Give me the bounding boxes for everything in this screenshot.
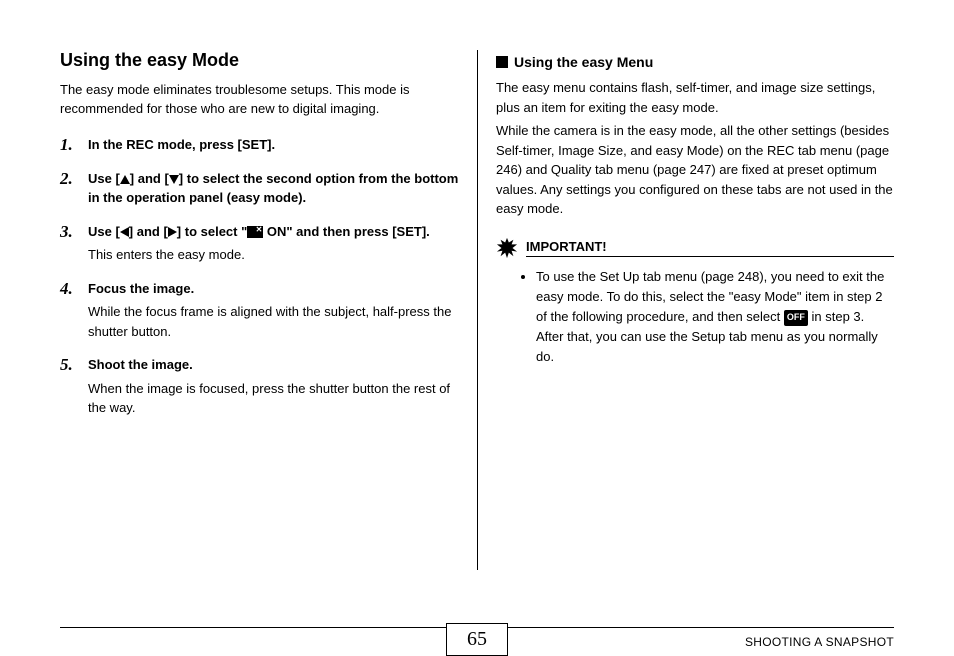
- steps-list: 1.In the REC mode, press [SET].2.Use [] …: [60, 135, 459, 418]
- step-body: Use [] and [] to select the second optio…: [88, 169, 459, 208]
- down-arrow-icon: [169, 175, 179, 184]
- easy-mode-icon: [247, 226, 263, 238]
- step-head: Focus the image.: [88, 279, 459, 299]
- step-sub: While the focus frame is aligned with th…: [88, 302, 459, 341]
- page-heading: Using the easy Mode: [60, 50, 459, 71]
- step-item: 2.Use [] and [] to select the second opt…: [60, 169, 459, 208]
- important-list: To use the Set Up tab menu (page 248), y…: [496, 267, 894, 368]
- step-body: Use [] and [] to select " ON" and then p…: [88, 222, 459, 265]
- step-head: Shoot the image.: [88, 355, 459, 375]
- up-arrow-icon: [120, 175, 130, 184]
- important-label: IMPORTANT!: [526, 239, 894, 257]
- step-item: 5.Shoot the image. When the image is focu…: [60, 355, 459, 418]
- off-icon: OFF: [784, 310, 808, 326]
- step-body: Shoot the image. When the image is focuse…: [88, 355, 459, 418]
- page-number: 65: [446, 623, 508, 656]
- step-sub: When the image is focused, press the shu…: [88, 379, 459, 418]
- step-sub: This enters the easy mode.: [88, 245, 459, 265]
- step-number: 3.: [60, 222, 88, 265]
- section-label: SHOOTING A SNAPSHOT: [745, 635, 894, 649]
- important-header: IMPORTANT!: [496, 237, 894, 259]
- step-number: 2.: [60, 169, 88, 208]
- step-item: 4.Focus the image. While the focus frame …: [60, 279, 459, 342]
- step-head: In the REC mode, press [SET].: [88, 135, 459, 155]
- step-head: Use [] and [] to select the second optio…: [88, 169, 459, 208]
- left-column: Using the easy Mode The easy mode elimin…: [60, 50, 477, 570]
- right-column: Using the easy Menu The easy menu contai…: [477, 50, 894, 570]
- right-para-1: The easy menu contains flash, self-timer…: [496, 78, 894, 117]
- page-footer: 65 SHOOTING A SNAPSHOT: [60, 627, 894, 628]
- right-arrow-icon: [168, 227, 177, 237]
- important-bullet: To use the Set Up tab menu (page 248), y…: [536, 267, 894, 368]
- intro-text: The easy mode eliminates troublesome set…: [60, 81, 459, 119]
- step-item: 3.Use [] and [] to select " ON" and then…: [60, 222, 459, 265]
- step-item: 1.In the REC mode, press [SET].: [60, 135, 459, 155]
- step-head: Use [] and [] to select " ON" and then p…: [88, 222, 459, 242]
- step-number: 5.: [60, 355, 88, 418]
- step-body: Focus the image. While the focus frame is…: [88, 279, 459, 342]
- square-bullet-icon: [496, 56, 508, 68]
- right-para-2: While the camera is in the easy mode, al…: [496, 121, 894, 219]
- subheading: Using the easy Menu: [496, 54, 894, 70]
- step-number: 1.: [60, 135, 88, 155]
- step-body: In the REC mode, press [SET].: [88, 135, 459, 155]
- step-number: 4.: [60, 279, 88, 342]
- subheading-text: Using the easy Menu: [514, 54, 653, 70]
- left-arrow-icon: [120, 227, 129, 237]
- burst-icon: [496, 237, 518, 259]
